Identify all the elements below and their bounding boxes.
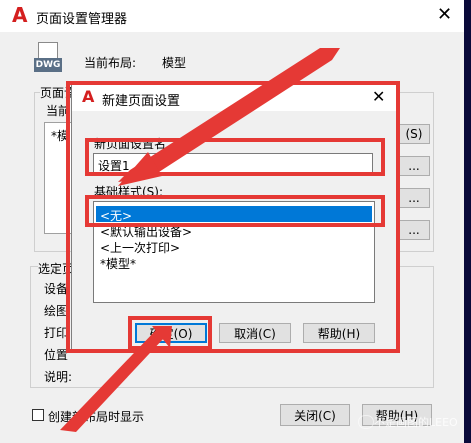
close-button-label: 关闭(C) <box>294 408 336 423</box>
watermark: 不是画图的LEEO <box>374 416 458 429</box>
current-layout-value: 模型 <box>162 56 187 70</box>
position-row-label: 位置 <box>44 348 69 362</box>
drawing-canvas-edge <box>464 0 471 443</box>
set-current-button-label: (S) <box>405 127 423 141</box>
close-icon[interactable]: ✕ <box>437 4 452 25</box>
plotter-row-label: 绘图 <box>44 304 69 318</box>
autocad-logo-icon: A <box>12 3 28 27</box>
import-button[interactable]: ... <box>398 220 430 240</box>
title-bar: A 页面设置管理器 ✕ <box>0 0 464 32</box>
new-button[interactable]: ... <box>398 156 430 176</box>
dialog-title: 页面设置管理器 <box>36 12 128 27</box>
set-current-button[interactable]: (S) <box>398 124 430 144</box>
description-label: 说明: <box>44 370 73 384</box>
show-on-new-layout-checkbox[interactable] <box>32 409 44 421</box>
dwg-file-icon: DWG <box>34 42 62 76</box>
watermark-logo-icon <box>358 415 374 429</box>
dwg-label: DWG <box>34 58 62 72</box>
checkbox-label: 创建新布局时显示 <box>48 410 145 424</box>
annotation-ok-highlight <box>128 316 212 350</box>
plot-size-row-label: 打印 <box>44 326 69 340</box>
device-row-label: 设备 <box>44 282 69 296</box>
close-button[interactable]: 关闭(C) <box>280 404 350 426</box>
annotation-base-highlight <box>85 195 385 227</box>
current-layout-label: 当前布局: <box>84 56 137 70</box>
annotation-name-highlight <box>85 138 385 176</box>
modify-button[interactable]: ... <box>398 188 430 208</box>
